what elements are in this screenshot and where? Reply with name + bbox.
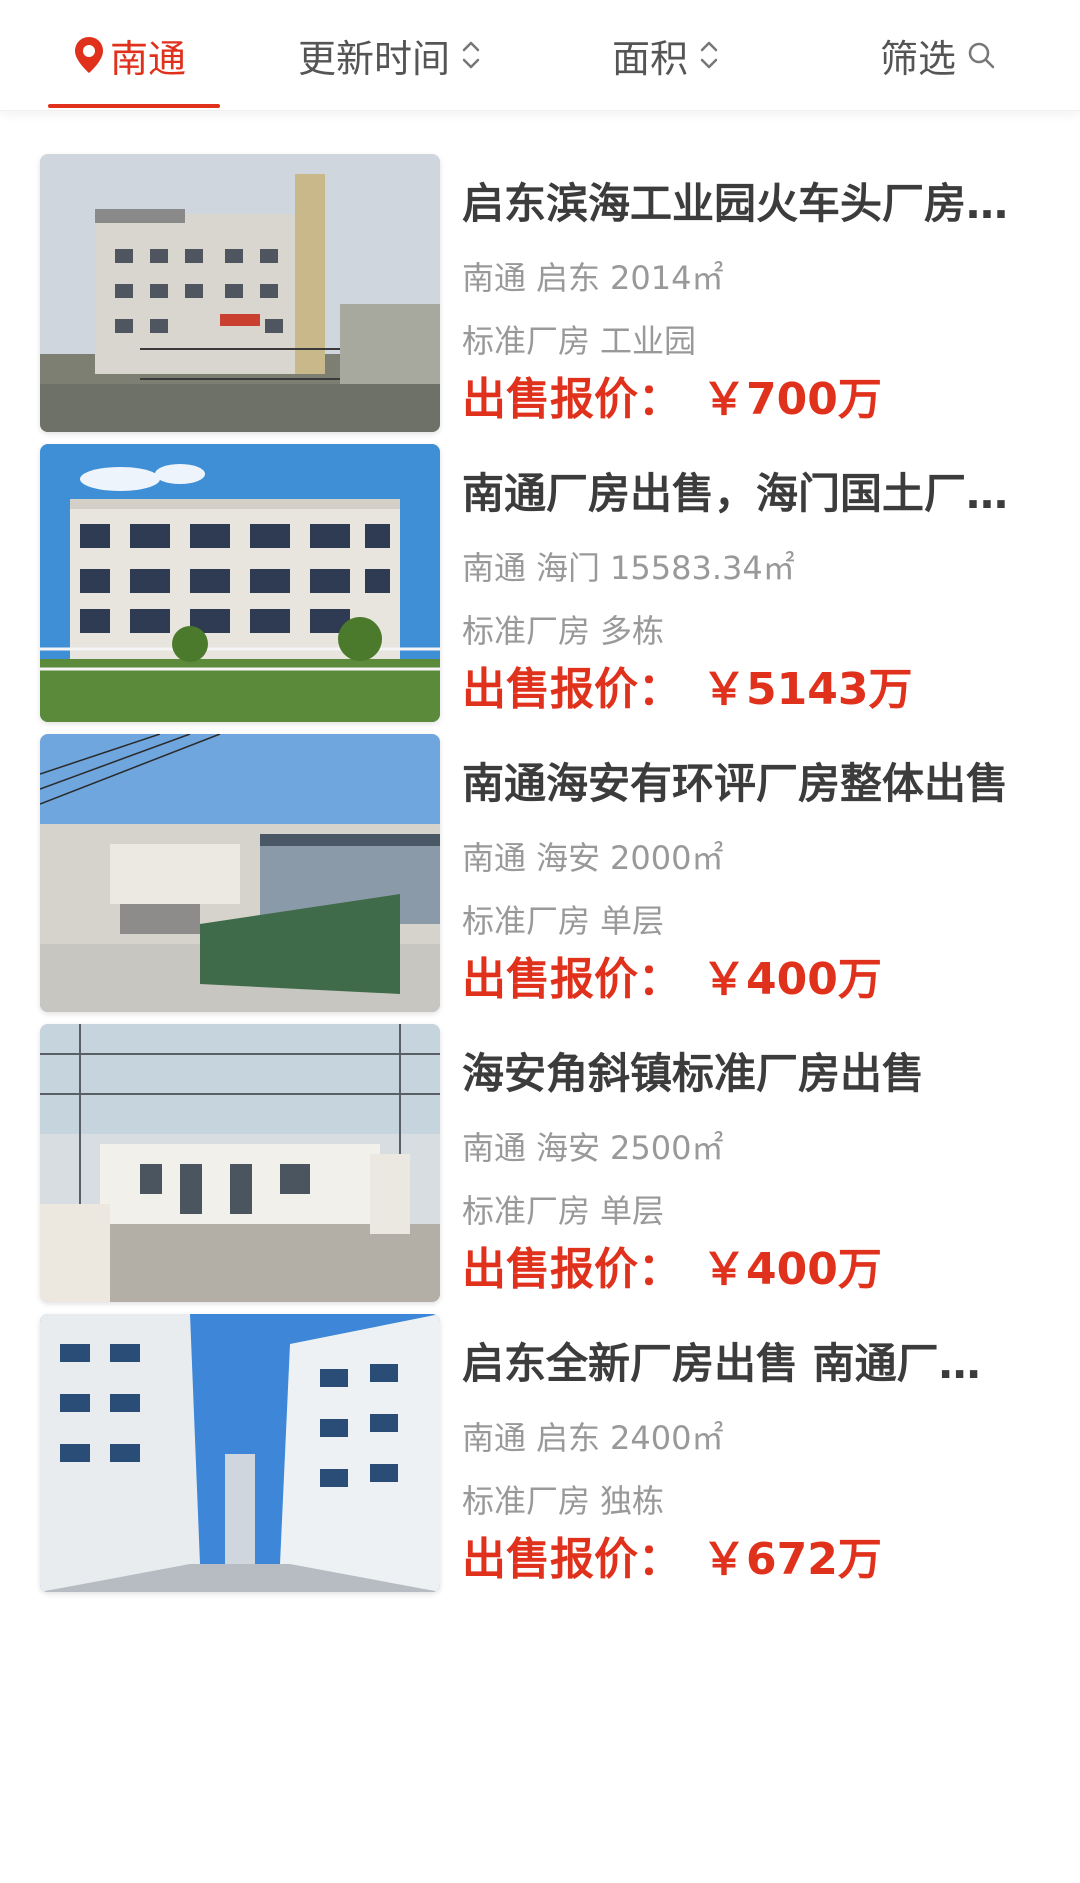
listing-tags: 标准厂房 单层 bbox=[462, 896, 674, 942]
listing-tag: 标准厂房 bbox=[462, 322, 591, 360]
page: 南通 更新时间 面积 筛选 启东滨海工业园火车头厂房出售 南通 启东 2014㎡… bbox=[0, 0, 1080, 1883]
listing-location-area: 南通 启东 2400㎡ bbox=[462, 1413, 733, 1459]
listing-location-area: 南通 海安 2500㎡ bbox=[462, 1123, 733, 1169]
search-icon bbox=[968, 42, 995, 69]
filter-button[interactable]: 筛选 bbox=[880, 0, 996, 110]
listing-city: 南通 bbox=[462, 1419, 527, 1457]
filter-label: 筛选 bbox=[880, 36, 957, 81]
price-value: ￥672万 bbox=[702, 1534, 882, 1585]
listing-tags: 标准厂房 工业园 bbox=[462, 316, 706, 362]
listing-price: 出售报价： ￥672万 bbox=[462, 1532, 882, 1588]
listing-title: 启东全新厂房出售 南通厂房出售 bbox=[462, 1339, 1017, 1388]
sort-area-label: 面积 bbox=[612, 36, 689, 81]
listing-district: 启东 bbox=[536, 259, 601, 297]
listing-tag: 标准厂房 bbox=[462, 1482, 591, 1520]
listing-tag: 多栋 bbox=[600, 612, 665, 650]
listing-tag: 标准厂房 bbox=[462, 902, 591, 940]
listing-area: 2014㎡ bbox=[610, 259, 724, 297]
sort-by-time-button[interactable]: 更新时间 bbox=[298, 0, 482, 110]
listing-tag: 标准厂房 bbox=[462, 1192, 591, 1230]
city-selector[interactable]: 南通 bbox=[72, 0, 186, 110]
listing-card[interactable]: 南通海安有环评厂房整体出售 南通 海安 2000㎡ 标准厂房 单层 出售报价： ￥400… bbox=[0, 690, 1080, 1012]
listing-city: 南通 bbox=[462, 839, 527, 877]
listing-tag: 独栋 bbox=[600, 1482, 665, 1520]
listing-photo bbox=[40, 154, 440, 432]
listing-area: 2500㎡ bbox=[610, 1129, 724, 1167]
listing-area: 2400㎡ bbox=[610, 1419, 724, 1457]
listing-tags: 标准厂房 多栋 bbox=[462, 606, 674, 652]
listing-title: 南通厂房出售，海门国土厂房出售 bbox=[462, 469, 1017, 518]
filter-bar: 南通 更新时间 面积 筛选 bbox=[0, 0, 1080, 111]
listing-city: 南通 bbox=[462, 549, 527, 587]
listing-title: 启东滨海工业园火车头厂房出售 bbox=[462, 179, 1017, 228]
listing-photo bbox=[40, 1024, 440, 1302]
listing-card[interactable]: 海安角斜镇标准厂房出售 南通 海安 2500㎡ 标准厂房 单层 出售报价： ￥400万 bbox=[0, 980, 1080, 1302]
listing-card[interactable]: 南通厂房出售，海门国土厂房出售 南通海门15583.34㎡ 标准厂房多栋 出售报… bbox=[0, 400, 1080, 722]
listing-district: 海门 bbox=[536, 549, 601, 587]
listing-card[interactable]: 启东滨海工业园火车头厂房出售 南通 启东 2014㎡ 标准厂房 工业园 出售报价： ￥7… bbox=[0, 110, 1080, 432]
listing-city: 南通 bbox=[462, 259, 527, 297]
listing-tag: 标准厂房 bbox=[462, 612, 591, 650]
listing-title: 海安角斜镇标准厂房出售 bbox=[462, 1049, 925, 1098]
sort-chevrons-icon bbox=[462, 41, 480, 69]
active-tab-indicator bbox=[48, 104, 220, 108]
listing-card[interactable]: 启东全新厂房出售 南通厂房出售 南通 启东 2400㎡ 标准厂房 独栋 出售报价： ￥6… bbox=[0, 1270, 1080, 1592]
listing-location-area: 南通 启东 2014㎡ bbox=[462, 253, 733, 299]
listing-tag: 工业园 bbox=[600, 322, 697, 360]
listing-tags: 标准厂房 单层 bbox=[462, 1186, 674, 1232]
listing-title: 南通海安有环评厂房整体出售 bbox=[462, 759, 1009, 808]
listing-location-area: 南通 海门 15583.34㎡ bbox=[462, 543, 805, 589]
sort-chevrons-icon bbox=[700, 41, 718, 69]
sort-by-area-button[interactable]: 面积 bbox=[612, 0, 720, 110]
city-label: 南通 bbox=[110, 36, 187, 81]
listing-location-area: 南通 海安 2000㎡ bbox=[462, 833, 733, 879]
listing-tag: 单层 bbox=[600, 902, 665, 940]
listing-photo bbox=[40, 734, 440, 1012]
listing-district: 海安 bbox=[536, 1129, 601, 1167]
location-pin-icon bbox=[75, 37, 103, 73]
listing-area: 15583.34㎡ bbox=[610, 549, 795, 587]
listing-district: 海安 bbox=[536, 839, 601, 877]
price-label: 出售报价： bbox=[462, 1534, 682, 1585]
listing-tag: 单层 bbox=[600, 1192, 665, 1230]
listing-photo bbox=[40, 444, 440, 722]
listing-city: 南通 bbox=[462, 1129, 527, 1167]
listing-district: 启东 bbox=[536, 1419, 601, 1457]
listing-tags: 标准厂房 独栋 bbox=[462, 1476, 674, 1522]
sort-time-label: 更新时间 bbox=[298, 36, 451, 81]
listing-area: 2000㎡ bbox=[610, 839, 724, 877]
listing-photo bbox=[40, 1314, 440, 1592]
